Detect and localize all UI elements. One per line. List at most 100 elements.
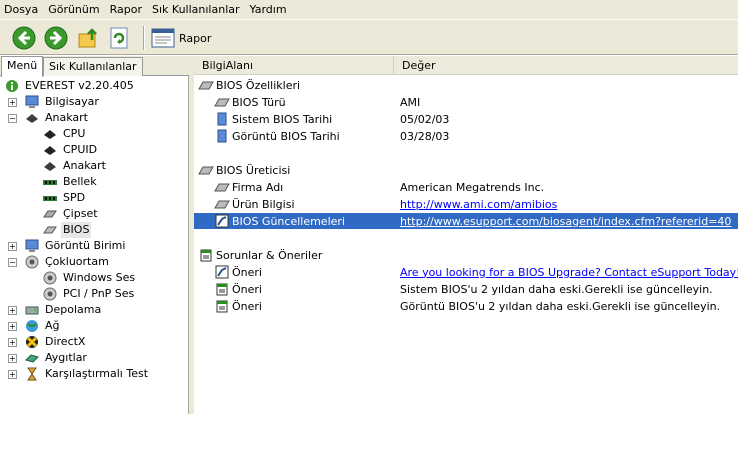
expand-toggle[interactable]: + bbox=[8, 354, 17, 363]
esupport-link[interactable]: Are you looking for a BIOS Upgrade? Cont… bbox=[400, 266, 738, 279]
menu-rapor[interactable]: Rapor bbox=[106, 0, 148, 19]
back-button[interactable] bbox=[11, 25, 37, 51]
expand-toggle[interactable]: + bbox=[8, 306, 17, 315]
bios-chip-icon bbox=[214, 196, 230, 212]
cpu-icon bbox=[42, 142, 58, 158]
column-header-field[interactable]: BilgiAlanı bbox=[194, 56, 394, 75]
table-row[interactable]: Öneri Are you looking for a BIOS Upgrade… bbox=[194, 264, 738, 280]
up-button[interactable] bbox=[75, 25, 101, 51]
table-row[interactable]: Ürün Bilgisi http://www.ami.com/amibios bbox=[194, 196, 738, 212]
speaker-icon bbox=[42, 270, 58, 286]
expand-toggle[interactable]: + bbox=[8, 322, 17, 331]
memory-icon bbox=[42, 190, 58, 206]
menu-yardim[interactable]: Yardım bbox=[246, 0, 293, 19]
tree-node-aygitlar[interactable]: Aygıtlar bbox=[24, 350, 89, 366]
tree-node-goruntu-birimi[interactable]: Görüntü Birimi bbox=[24, 238, 127, 254]
menu-dosya[interactable]: Dosya bbox=[0, 0, 44, 19]
details-panel: BilgiAlanı Değer BIOS Özellikleri BIOS T… bbox=[194, 56, 738, 414]
display-icon bbox=[24, 238, 40, 254]
expand-toggle[interactable]: + bbox=[8, 242, 17, 251]
collapse-toggle[interactable]: − bbox=[8, 114, 17, 123]
computer-icon bbox=[24, 94, 40, 110]
tree-node-spd[interactable]: SPD bbox=[42, 190, 87, 206]
table-row[interactable]: Sistem BIOS Tarihi 05/02/03 bbox=[194, 111, 738, 127]
menu-bar: Dosya Görünüm Rapor Sık Kullanılanlar Ya… bbox=[0, 0, 738, 19]
network-icon bbox=[24, 318, 40, 334]
tree-node-cpuid[interactable]: CPUID bbox=[42, 142, 99, 158]
refresh-button[interactable] bbox=[106, 25, 132, 51]
expand-toggle[interactable]: + bbox=[8, 98, 17, 107]
section-header-sorunlar[interactable]: Sorunlar & Öneriler bbox=[194, 247, 738, 263]
toolbar-separator bbox=[143, 26, 145, 50]
product-info-link[interactable]: http://www.ami.com/amibios bbox=[400, 198, 557, 211]
bios-update-icon bbox=[214, 264, 230, 280]
folder-up-icon bbox=[78, 28, 97, 48]
table-row[interactable]: Firma Adı American Megatrends Inc. bbox=[194, 179, 738, 195]
speaker-icon bbox=[24, 254, 40, 270]
display-icon bbox=[214, 128, 230, 144]
bios-update-icon bbox=[214, 213, 230, 229]
motherboard-icon bbox=[24, 110, 40, 126]
column-header-value[interactable]: Değer bbox=[394, 56, 738, 75]
bios-chip-icon bbox=[214, 94, 230, 110]
tree-node-ag[interactable]: Ağ bbox=[24, 318, 62, 334]
table-row[interactable]: Öneri Görüntü BIOS'u 2 yıldan daha eski.… bbox=[194, 298, 738, 314]
menu-tree-panel: Menü Sık Kullanılanlar EVEREST v2.20.405… bbox=[0, 56, 189, 414]
menu-gorunum[interactable]: Görünüm bbox=[44, 0, 105, 19]
report-label: Rapor bbox=[179, 31, 212, 45]
tree-node-bellek[interactable]: Bellek bbox=[42, 174, 99, 190]
bios-chip-icon bbox=[214, 179, 230, 195]
report-button[interactable]: Rapor bbox=[151, 26, 211, 50]
tree-node-cipset[interactable]: Çipset bbox=[42, 206, 100, 222]
notepad-icon bbox=[198, 247, 214, 263]
section-header-bios-ozellikleri[interactable]: BIOS Özellikleri bbox=[194, 77, 738, 93]
table-row[interactable]: Öneri Sistem BIOS'u 2 yıldan daha eski.G… bbox=[194, 281, 738, 297]
expand-toggle[interactable]: + bbox=[8, 338, 17, 347]
tab-strip: Menü Sık Kullanılanlar bbox=[0, 56, 189, 77]
notepad-icon bbox=[214, 298, 230, 314]
report-icon bbox=[151, 28, 175, 48]
tab-favorites[interactable]: Sık Kullanılanlar bbox=[43, 57, 143, 76]
refresh-icon bbox=[110, 27, 128, 49]
tree-node-directx[interactable]: DirectX bbox=[24, 334, 87, 350]
tree-node-karsilastirmali-test[interactable]: Karşılaştırmalı Test bbox=[24, 366, 150, 382]
column-header: BilgiAlanı Değer bbox=[194, 56, 738, 75]
hourglass-icon bbox=[24, 366, 40, 382]
tree-node-anakart[interactable]: Anakart bbox=[24, 110, 90, 126]
table-row[interactable]: BIOS Türü AMI bbox=[194, 94, 738, 110]
tree-node-everest[interactable]: EVEREST v2.20.405 bbox=[4, 78, 136, 94]
motherboard-icon bbox=[42, 158, 58, 174]
info-icon bbox=[4, 78, 20, 94]
toolbar: Rapor bbox=[0, 19, 738, 55]
tree-node-bios[interactable]: BIOS bbox=[42, 222, 92, 238]
tree-node-pci-pnp-ses[interactable]: PCI / PnP Ses bbox=[42, 286, 136, 302]
expand-toggle[interactable]: + bbox=[8, 370, 17, 379]
bios-chip-icon bbox=[42, 222, 58, 238]
tree-node-bilgisayar[interactable]: Bilgisayar bbox=[24, 94, 101, 110]
tree-node-windows-ses[interactable]: Windows Ses bbox=[42, 270, 137, 286]
memory-icon bbox=[42, 174, 58, 190]
collapse-toggle[interactable]: − bbox=[8, 258, 17, 267]
tree-node-cpu[interactable]: CPU bbox=[42, 126, 87, 142]
directx-icon bbox=[24, 334, 40, 350]
back-arrow-icon bbox=[12, 26, 36, 50]
table-row[interactable]: Görüntü BIOS Tarihi 03/28/03 bbox=[194, 128, 738, 144]
tree-node-cokluortam[interactable]: Çokluortam bbox=[24, 254, 111, 270]
bios-chip-icon bbox=[198, 162, 214, 178]
computer-icon bbox=[214, 111, 230, 127]
speaker-icon bbox=[42, 286, 58, 302]
table-row-selected[interactable]: BIOS Güncellemeleri http://www.esupport.… bbox=[194, 213, 738, 229]
cpu-icon bbox=[42, 126, 58, 142]
tree-node-depolama[interactable]: Depolama bbox=[24, 302, 103, 318]
tab-menu[interactable]: Menü bbox=[1, 56, 44, 77]
tree-node-anakart-sub[interactable]: Anakart bbox=[42, 158, 108, 174]
bios-chip-icon bbox=[198, 77, 214, 93]
forward-button[interactable] bbox=[43, 25, 69, 51]
bios-update-link[interactable]: http://www.esupport.com/biosagent/index.… bbox=[400, 215, 731, 228]
section-header-bios-ureticisi[interactable]: BIOS Üreticisi bbox=[194, 162, 738, 178]
notepad-icon bbox=[214, 281, 230, 297]
menu-sik-kullanilanlar[interactable]: Sık Kullanılanlar bbox=[148, 0, 246, 19]
blank-area bbox=[0, 414, 738, 450]
storage-icon bbox=[24, 302, 40, 318]
forward-arrow-icon bbox=[44, 26, 68, 50]
